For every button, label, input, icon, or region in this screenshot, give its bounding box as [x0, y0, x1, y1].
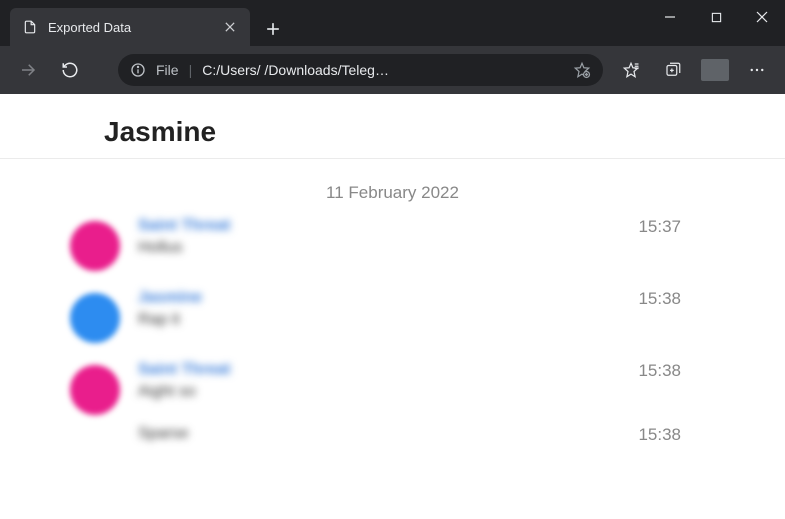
tab-title: Exported Data [48, 20, 212, 35]
message-sender: Saint Threat [138, 217, 608, 235]
message-time: 15:38 [638, 289, 681, 343]
page-title: Jasmine [104, 116, 785, 148]
file-icon [22, 19, 38, 35]
window-controls [647, 0, 785, 40]
message-row: Saint Threat Aight so 15:38 [70, 361, 681, 415]
browser-tab[interactable]: Exported Data [10, 8, 250, 46]
info-icon [130, 62, 146, 78]
message-text: Hollus [138, 239, 608, 257]
avatar [70, 365, 120, 415]
browser-chrome: Exported Data File | C:/Users/ /Download… [0, 0, 785, 94]
message-sender: Jasmine [138, 289, 608, 307]
new-tab-button[interactable] [256, 12, 290, 46]
page-header: Jasmine [0, 94, 785, 159]
reload-button[interactable] [56, 56, 84, 84]
address-separator: | [189, 62, 193, 78]
window-maximize[interactable] [693, 0, 739, 34]
message-time: 15:37 [638, 217, 681, 271]
message-row: Sparse 15:38 [70, 425, 681, 445]
address-path: C:/Users/ /Downloads/Teleg… [202, 62, 472, 78]
address-scheme: File [156, 62, 179, 78]
profile-button[interactable] [701, 59, 729, 81]
favorites-icon[interactable] [617, 56, 645, 84]
toolbar-right [617, 56, 771, 84]
message-time: 15:38 [638, 425, 681, 445]
message-text: Rap it [138, 311, 608, 329]
message-sender: Saint Threat [138, 361, 608, 379]
menu-icon[interactable] [743, 56, 771, 84]
message-row: Jasmine Rap it 15:38 [70, 289, 681, 343]
date-separator: 11 February 2022 [0, 159, 785, 217]
message-text: Aight so [138, 383, 608, 401]
avatar [70, 221, 120, 271]
message-text: Sparse [138, 425, 608, 443]
add-favorite-icon[interactable] [573, 61, 591, 79]
browser-toolbar: File | C:/Users/ /Downloads/Teleg… [0, 46, 785, 94]
collections-icon[interactable] [659, 56, 687, 84]
tab-close-icon[interactable] [222, 19, 238, 35]
address-bar[interactable]: File | C:/Users/ /Downloads/Teleg… [118, 54, 603, 86]
avatar [70, 293, 120, 343]
messages-list: Saint Threat Hollus 15:37 Jasmine Rap it… [0, 217, 785, 445]
message-time: 15:38 [638, 361, 681, 415]
forward-button[interactable] [14, 56, 42, 84]
window-minimize[interactable] [647, 0, 693, 34]
window-close[interactable] [739, 0, 785, 34]
message-row: Saint Threat Hollus 15:37 [70, 217, 681, 271]
